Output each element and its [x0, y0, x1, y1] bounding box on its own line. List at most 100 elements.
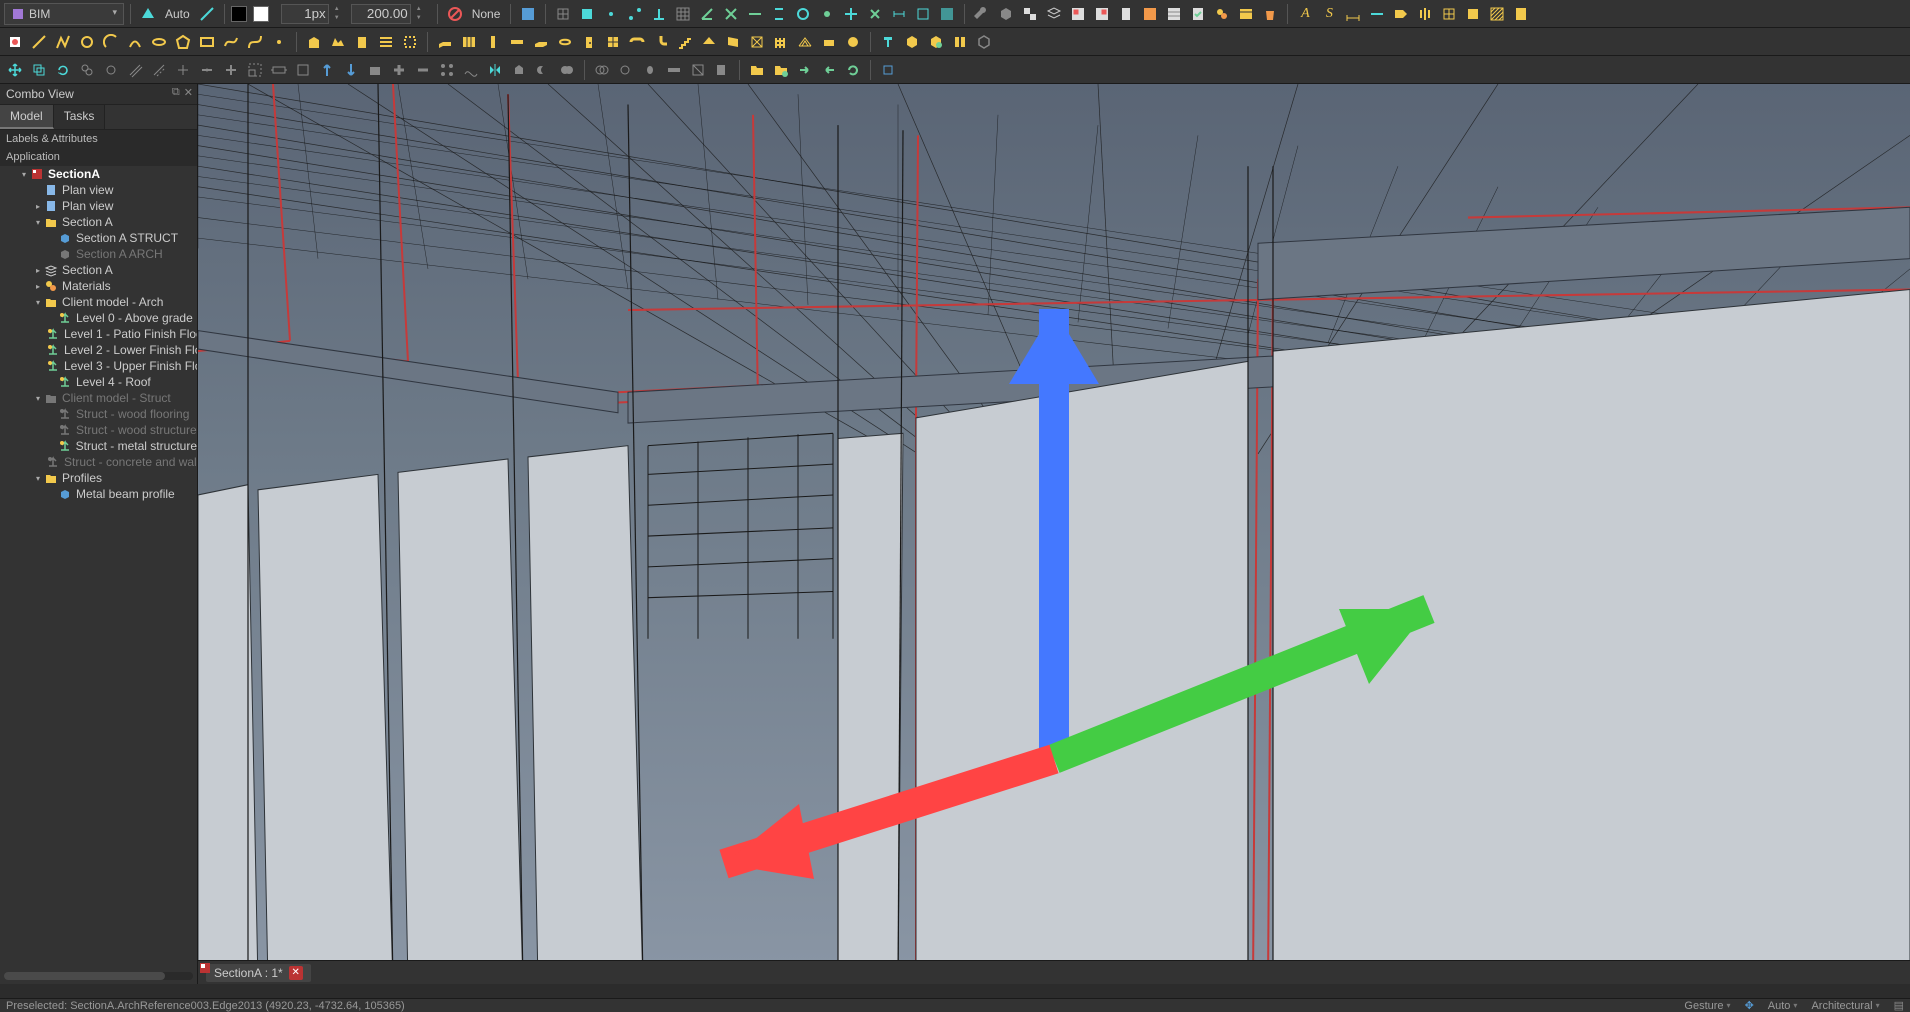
manage-doors-btn[interactable]	[1115, 3, 1137, 25]
move-btn[interactable]	[4, 59, 26, 81]
tree-item[interactable]: ▾Client model - Struct	[0, 390, 197, 406]
tree-scrollbar[interactable]	[4, 972, 193, 980]
union-btn[interactable]	[556, 59, 578, 81]
tree-item[interactable]: ▾Profiles	[0, 470, 197, 486]
cut-line-btn[interactable]	[687, 59, 709, 81]
trimex-btn[interactable]	[172, 59, 194, 81]
cut-brep-btn[interactable]	[591, 59, 613, 81]
snap-special-btn[interactable]	[792, 3, 814, 25]
page-btn[interactable]	[1510, 3, 1532, 25]
simple-copy-btn[interactable]	[711, 59, 733, 81]
tree-item[interactable]: ▸Plan view	[0, 198, 197, 214]
manage-schedule-btn[interactable]	[1235, 3, 1257, 25]
draft2sketch-btn[interactable]	[292, 59, 314, 81]
tree-item[interactable]: Struct - wood flooring	[0, 406, 197, 422]
manage-windows-btn[interactable]	[1019, 3, 1041, 25]
tree-toggle[interactable]: ▾	[32, 298, 44, 307]
bim-stairs-btn[interactable]	[674, 31, 696, 53]
snap-near-btn[interactable]	[816, 3, 838, 25]
manage-classification-btn[interactable]	[1043, 3, 1065, 25]
tab-model[interactable]: Model	[0, 105, 54, 129]
tree-item[interactable]: Struct - wood structure	[0, 422, 197, 438]
add-component-btn[interactable]	[388, 59, 410, 81]
bim-library-btn[interactable]	[949, 31, 971, 53]
mirror-btn[interactable]	[484, 59, 506, 81]
model-tree[interactable]: ▾SectionAPlan view▸Plan view▾Section A Se…	[0, 166, 197, 569]
tree-item[interactable]: Level 0 - Above grade	[0, 310, 197, 326]
status-extra-icon[interactable]: ▤	[1894, 999, 1904, 1012]
shape-string-btn[interactable]: S	[1318, 3, 1340, 25]
export-btn[interactable]	[794, 59, 816, 81]
manage-preflight-btn[interactable]	[1187, 3, 1209, 25]
folder-new-btn[interactable]	[746, 59, 768, 81]
tree-item[interactable]: Struct - concrete and walls	[0, 454, 197, 470]
bim-panel-btn[interactable]	[722, 31, 744, 53]
tree-item[interactable]: Plan view	[0, 182, 197, 198]
draft-line-tool-btn[interactable]	[28, 31, 50, 53]
bim-level-btn[interactable]	[375, 31, 397, 53]
line-value-input[interactable]	[351, 4, 411, 24]
bim-space-btn[interactable]	[399, 31, 421, 53]
draft-bezier-btn[interactable]	[244, 31, 266, 53]
bim-slab-btn[interactable]	[530, 31, 552, 53]
color-swatch-b[interactable]	[253, 6, 269, 22]
manage-trash-btn[interactable]	[1259, 3, 1281, 25]
shape2d-btn[interactable]	[364, 59, 386, 81]
tree-toggle[interactable]: ▾	[32, 474, 44, 483]
snap-intersection-btn[interactable]	[720, 3, 742, 25]
patharray-btn[interactable]	[460, 59, 482, 81]
tree-item[interactable]: ▾Client model - Arch	[0, 294, 197, 310]
draft-polygon-btn[interactable]	[172, 31, 194, 53]
bim-window-btn[interactable]	[602, 31, 624, 53]
snap-extension-btn[interactable]	[744, 3, 766, 25]
panel-close-icon[interactable]: ✕	[184, 86, 193, 99]
bim-column-btn[interactable]	[482, 31, 504, 53]
manage-ifc-a-btn[interactable]	[1067, 3, 1089, 25]
offset2d-btn[interactable]	[124, 59, 146, 81]
working-plane-btn[interactable]	[137, 3, 159, 25]
section-plane-btn[interactable]	[1462, 3, 1484, 25]
snap-ortho-btn[interactable]	[840, 3, 862, 25]
tree-item[interactable]: Struct - metal structure	[0, 438, 197, 454]
label-btn[interactable]	[1390, 3, 1412, 25]
clone-btn[interactable]	[76, 59, 98, 81]
draft-arc3p-btn[interactable]	[124, 31, 146, 53]
snap-endpoint-btn[interactable]	[624, 3, 646, 25]
draft-ellipse-btn[interactable]	[148, 31, 170, 53]
extrude-btn[interactable]	[508, 59, 530, 81]
draft-bspline-btn[interactable]	[220, 31, 242, 53]
tree-item[interactable]: ▾SectionA	[0, 166, 197, 182]
bim-frame-btn[interactable]	[746, 31, 768, 53]
reload-btn[interactable]	[842, 59, 864, 81]
bim-project-btn[interactable]	[303, 31, 325, 53]
draft-point-btn[interactable]	[268, 31, 290, 53]
manage-views-btn[interactable]	[995, 3, 1017, 25]
snap-lock-btn[interactable]	[576, 3, 598, 25]
tree-item[interactable]: Level 4 - Roof	[0, 374, 197, 390]
bim-curtainwall-btn[interactable]	[458, 31, 480, 53]
snap-perpendicular-btn[interactable]	[648, 3, 670, 25]
hatch-btn[interactable]	[1486, 3, 1508, 25]
manage-ifc-b-btn[interactable]	[1091, 3, 1113, 25]
common-brep-btn[interactable]	[639, 59, 661, 81]
draft-circle-btn[interactable]	[76, 31, 98, 53]
array-btn[interactable]	[436, 59, 458, 81]
bim-roof-btn[interactable]	[698, 31, 720, 53]
line-width-input[interactable]	[281, 4, 329, 24]
bim-box-btn[interactable]	[901, 31, 923, 53]
tree-toggle[interactable]: ▸	[32, 266, 44, 275]
draft-line-btn[interactable]	[196, 3, 218, 25]
tree-item[interactable]: Section A ARCH	[0, 246, 197, 262]
difference-btn[interactable]	[532, 59, 554, 81]
draft-wire-btn[interactable]	[52, 31, 74, 53]
tree-item[interactable]: ▾Section A	[0, 214, 197, 230]
tab-tasks[interactable]: Tasks	[54, 105, 106, 129]
fuse-brep-btn[interactable]	[615, 59, 637, 81]
snap-center-btn[interactable]	[864, 3, 886, 25]
bim-profile-btn[interactable]	[877, 31, 899, 53]
upgrade-btn[interactable]	[316, 59, 338, 81]
nudge-btn[interactable]	[877, 59, 899, 81]
line-value-spinner[interactable]: ▲▼	[413, 5, 425, 23]
status-unit-schema[interactable]: Architectural	[1811, 1000, 1879, 1012]
bim-equipment-btn[interactable]	[818, 31, 840, 53]
